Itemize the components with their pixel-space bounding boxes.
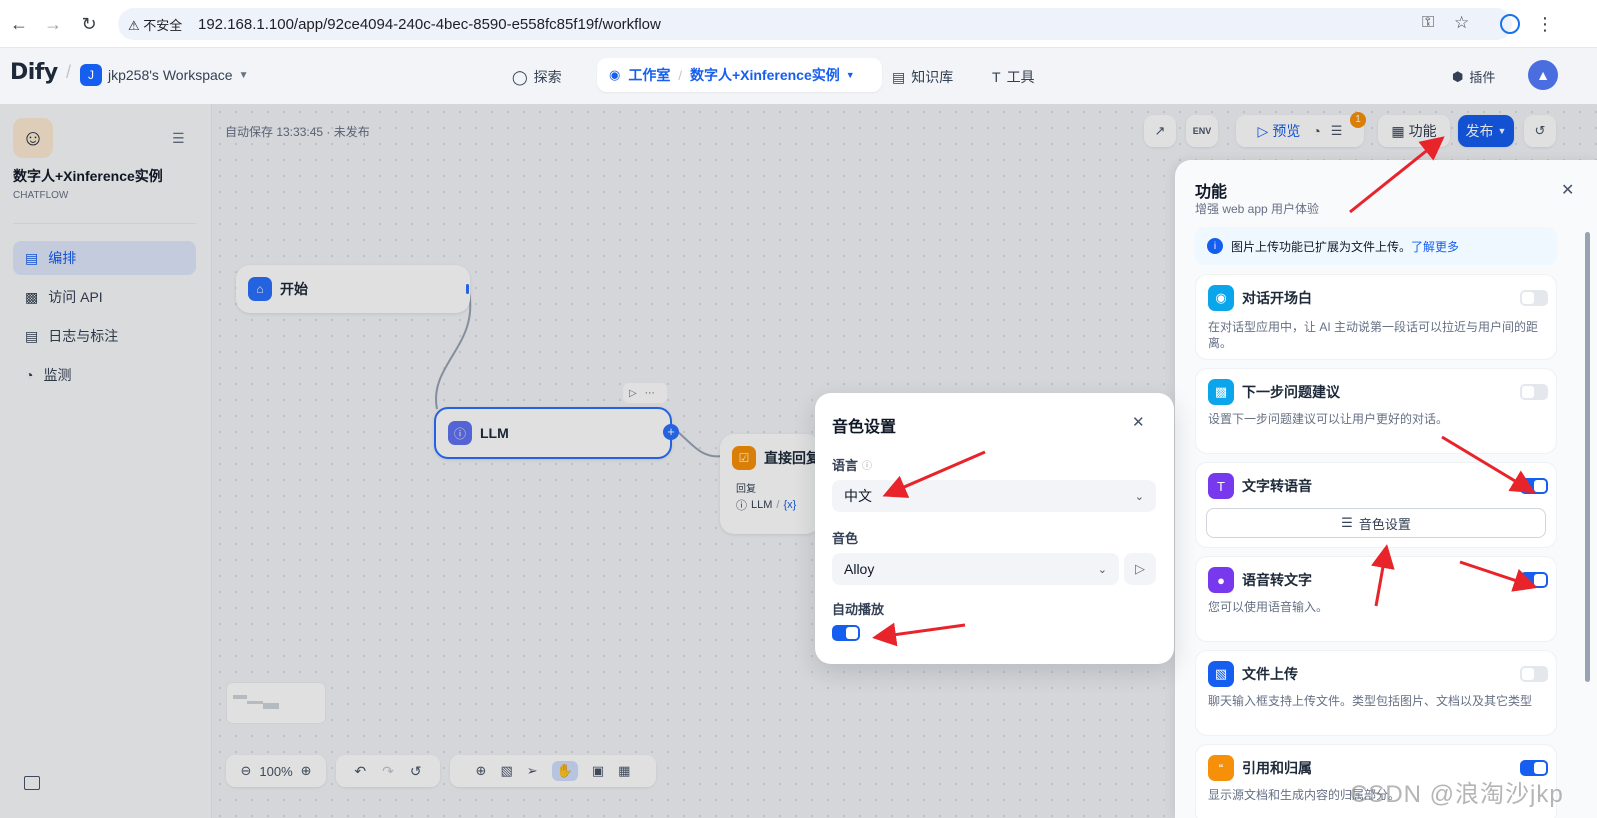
chat-bubbles-icon: ▩: [1208, 379, 1234, 405]
chevron-down-icon: ▼: [845, 70, 855, 80]
not-secure-badge[interactable]: ⚠ 不安全: [128, 15, 182, 34]
feature-title: 下一步问题建议: [1242, 384, 1340, 400]
autoplay-toggle[interactable]: [832, 625, 860, 641]
feature-title: 引用和归属: [1242, 760, 1312, 776]
text-to-speech-icon: T: [1208, 473, 1234, 499]
language-select[interactable]: 中文 ⌄: [832, 480, 1156, 512]
address-bar[interactable]: ⚠ 不安全 192.168.1.100/app/92ce4094-240c-4b…: [118, 8, 1512, 40]
voice-label: 音色: [832, 531, 859, 546]
play-sample-button[interactable]: ▷: [1124, 553, 1156, 585]
workspace-name: jkp258's Workspace: [108, 67, 233, 83]
language-label: 语言: [832, 458, 859, 473]
user-avatar[interactable]: ▲: [1528, 60, 1558, 90]
workspace-switcher[interactable]: J jkp258's Workspace ▼: [80, 64, 249, 86]
chat-bubble-icon: ◉: [1208, 285, 1234, 311]
forward-icon[interactable]: →: [42, 13, 64, 35]
key-icon[interactable]: ⚿: [1422, 14, 1434, 32]
help-icon[interactable]: ⓘ: [862, 457, 872, 472]
language-label-row: 语言 ⓘ: [832, 455, 872, 474]
nav-tools[interactable]: T 工具: [992, 67, 1035, 87]
stt-toggle[interactable]: [1520, 572, 1548, 588]
features-panel: 功能 增强 web app 用户体验 ✕ i 图片上传功能已扩展为文件上传。 了…: [1175, 160, 1597, 818]
voice-settings-dialog: 音色设置 ✕ 语言 ⓘ 中文 ⌄ 音色 Alloy ⌄ ▷ 自动播放: [815, 393, 1174, 664]
nav-knowledge-label: 知识库: [911, 69, 954, 85]
feature-desc: 您可以使用语音输入。: [1208, 600, 1329, 614]
microphone-icon: ●: [1208, 567, 1234, 593]
file-upload-toggle[interactable]: [1520, 666, 1548, 682]
nav-studio[interactable]: ◉ 工作室 / 数字人+Xinference实例 ▼: [597, 58, 882, 92]
tts-toggle[interactable]: [1520, 478, 1548, 494]
voice-settings-button[interactable]: ☰ 音色设置: [1206, 508, 1546, 538]
app-header: Dify / J jkp258's Workspace ▼ ◯ 探索 ◉ 工作室 …: [0, 48, 1597, 104]
chevron-down-icon: ⌄: [1097, 563, 1107, 576]
robot-icon: ◉: [609, 67, 621, 82]
more-menu-icon[interactable]: ⋮: [1534, 13, 1556, 35]
folder-icon: ▧: [1208, 661, 1234, 687]
feature-card-suggested: ▩ 下一步问题建议 设置下一步问题建议可以让用户更好的对话。: [1195, 368, 1557, 454]
nav-plugins-label: 插件: [1469, 70, 1496, 85]
star-icon[interactable]: ☆: [1454, 13, 1469, 33]
feature-card-tts: T 文字转语音 ☰ 音色设置: [1195, 462, 1557, 548]
feature-desc: 在对话型应用中，让 AI 主动说第一段话可以拉近与用户间的距离。: [1208, 320, 1539, 350]
close-icon[interactable]: ✕: [1132, 413, 1145, 431]
feature-title: 文件上传: [1242, 666, 1298, 682]
back-icon[interactable]: ←: [8, 13, 30, 35]
voice-select[interactable]: Alloy ⌄: [832, 553, 1119, 585]
feature-desc: 聊天输入框支持上传文件。类型包括图片、文档以及其它类型: [1208, 694, 1533, 708]
app-switcher[interactable]: 数字人+Xinference实例: [690, 65, 840, 85]
hammer-icon: T: [992, 69, 1001, 85]
opening-toggle[interactable]: [1520, 290, 1548, 306]
chevron-down-icon: ⌄: [1134, 490, 1144, 503]
feature-card-opening: ◉ 对话开场白 在对话型应用中，让 AI 主动说第一段话可以拉近与用户间的距离。: [1195, 274, 1557, 360]
dialog-title: 音色设置: [832, 419, 897, 436]
watermark: CSDN @浪淘沙jkp: [1350, 781, 1564, 808]
nav-explore[interactable]: ◯ 探索: [512, 67, 562, 87]
cube-icon: ⬢: [1452, 68, 1464, 84]
not-secure-label: 不安全: [143, 18, 183, 33]
nav-plugins[interactable]: ⬢ 插件: [1452, 67, 1495, 86]
compass-icon: ◯: [512, 68, 528, 85]
feature-title: 文字转语音: [1242, 478, 1312, 494]
browser-toolbar: ← → ↻ ⚠ 不安全 192.168.1.100/app/92ce4094-2…: [0, 0, 1597, 48]
book-icon: ▤: [892, 68, 906, 85]
play-circle-icon: ▷: [1135, 561, 1145, 576]
language-value: 中文: [844, 488, 872, 504]
nav-explore-label: 探索: [533, 69, 562, 85]
panel-subtitle: 增强 web app 用户体验: [1195, 202, 1320, 216]
feature-card-stt: ● 语音转文字 您可以使用语音输入。: [1195, 556, 1557, 642]
feature-title: 语音转文字: [1242, 572, 1312, 588]
notice-text: 图片上传功能已扩展为文件上传。: [1231, 239, 1412, 254]
chevron-down-icon: ▼: [238, 69, 249, 81]
learn-more-link[interactable]: 了解更多: [1411, 238, 1459, 255]
divider: /: [678, 67, 682, 83]
feature-card-file-upload: ▧ 文件上传 聊天输入框支持上传文件。类型包括图片、文档以及其它类型: [1195, 650, 1557, 736]
voice-settings-label: 音色设置: [1358, 516, 1411, 532]
nav-tools-label: 工具: [1006, 69, 1035, 85]
close-icon[interactable]: ✕: [1561, 180, 1574, 200]
scrollbar[interactable]: [1585, 232, 1590, 682]
feature-desc: 设置下一步问题建议可以让用户更好的对话。: [1208, 412, 1449, 426]
divider: /: [66, 62, 72, 82]
panel-title: 功能: [1195, 184, 1228, 201]
url-text[interactable]: 192.168.1.100/app/92ce4094-240c-4bec-859…: [198, 16, 661, 33]
autoplay-label: 自动播放: [832, 602, 885, 617]
workspace-avatar: J: [80, 64, 102, 86]
profile-icon[interactable]: [1500, 14, 1520, 34]
notice-banner: i 图片上传功能已扩展为文件上传。 了解更多: [1195, 227, 1557, 265]
nav-studio-label: 工作室: [628, 67, 671, 83]
suggested-toggle[interactable]: [1520, 384, 1548, 400]
voice-value: Alloy: [844, 561, 875, 577]
settings-sliders-icon: ☰: [1341, 515, 1353, 530]
dify-logo[interactable]: Dify: [10, 60, 58, 85]
quote-icon: “: [1208, 755, 1234, 781]
reload-icon[interactable]: ↻: [78, 13, 100, 35]
feature-title: 对话开场白: [1242, 290, 1312, 306]
nav-knowledge[interactable]: ▤ 知识库: [892, 67, 953, 87]
info-icon: i: [1207, 238, 1223, 254]
